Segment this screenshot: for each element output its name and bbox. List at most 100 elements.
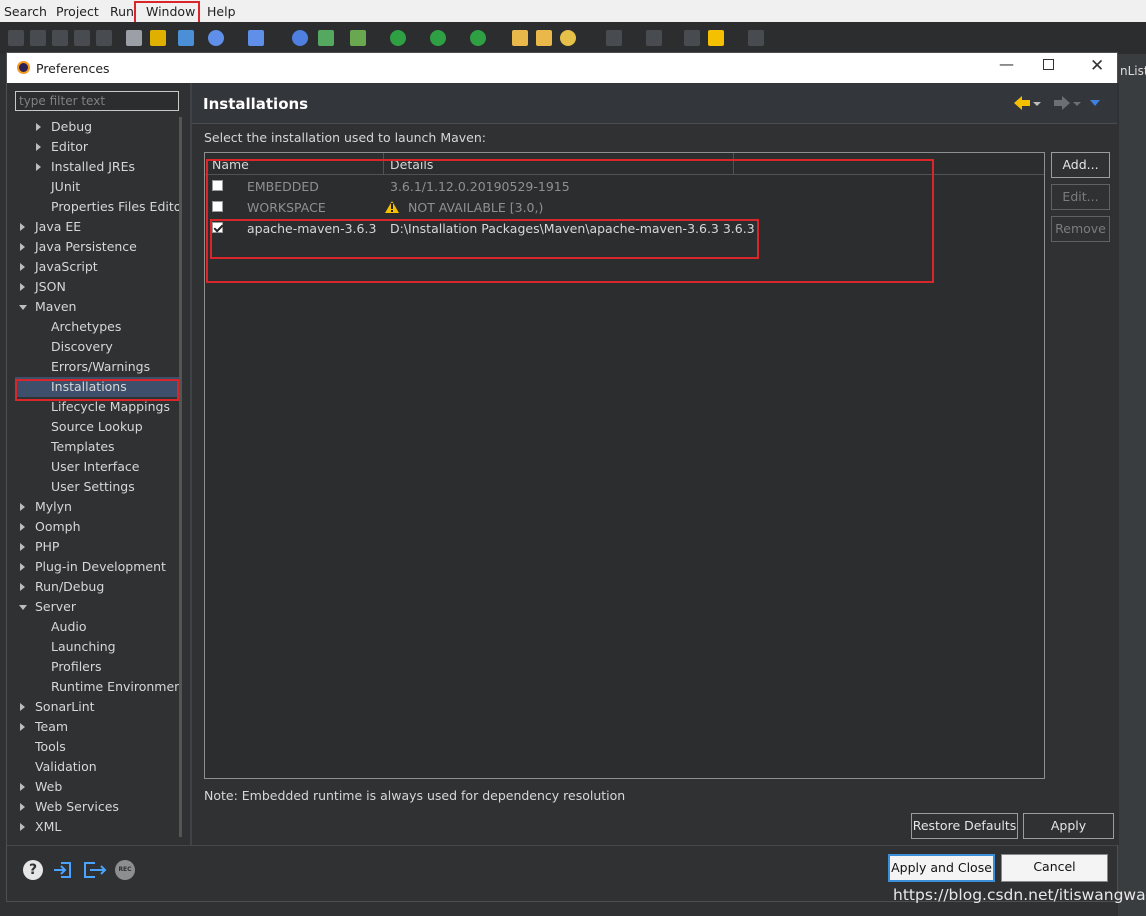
expand-arrow-icon[interactable] [20,783,25,791]
folder-icon[interactable] [512,30,528,46]
toolbar-icon[interactable] [30,30,46,46]
tree-item-runtime-environment[interactable]: Runtime Environment [51,677,179,697]
toolbar-icon[interactable] [646,30,662,46]
globe-icon[interactable] [292,30,308,46]
run-icon[interactable] [390,30,406,46]
tree-item-plug-in-development[interactable]: Plug-in Development [20,557,166,577]
tree-item-editor[interactable]: Editor [36,137,88,157]
menu-run[interactable]: Run [110,4,134,19]
expand-arrow-icon[interactable] [20,263,25,271]
tree-item-lifecycle-mappings[interactable]: Lifecycle Mappings [51,397,170,417]
tree-item-mylyn[interactable]: Mylyn [20,497,72,517]
toolbar-icon[interactable] [248,30,264,46]
search-icon[interactable] [560,30,576,46]
toolbar-icon[interactable] [178,30,194,46]
tree-item-tools[interactable]: Tools [35,737,66,757]
tree-item-oomph[interactable]: Oomph [20,517,81,537]
expand-arrow-icon[interactable] [36,143,41,151]
view-menu-icon[interactable] [1090,100,1100,106]
expand-arrow-icon[interactable] [20,723,25,731]
toolbar-icon[interactable] [8,30,24,46]
toolbar-icon[interactable] [684,30,700,46]
help-icon[interactable]: ? [23,860,43,880]
bug-icon[interactable] [350,30,366,46]
tree-item-xml[interactable]: XML [20,817,61,837]
toolbar-icon[interactable] [318,30,334,46]
forward-arrow-icon[interactable] [748,30,764,46]
expand-arrow-icon[interactable] [20,523,25,531]
tree-item-maven[interactable]: Maven [19,297,76,317]
toolbar-icon[interactable] [52,30,68,46]
tree-item-web[interactable]: Web [20,777,62,797]
tree-item-user-interface[interactable]: User Interface [51,457,139,477]
collapse-arrow-icon[interactable] [19,305,27,310]
restore-defaults-button[interactable]: Restore Defaults [911,813,1018,839]
toolbar-icon[interactable] [150,30,166,46]
tree-item-php[interactable]: PHP [20,537,59,557]
tree-item-validation[interactable]: Validation [35,757,97,777]
expand-arrow-icon[interactable] [20,803,25,811]
menu-project[interactable]: Project [56,4,99,19]
maximize-icon[interactable] [1043,59,1054,70]
tree-item-user-settings[interactable]: User Settings [51,477,135,497]
folder-icon[interactable] [536,30,552,46]
remove-button[interactable]: Remove [1051,216,1110,242]
expand-arrow-icon[interactable] [36,123,41,131]
tree-item-server[interactable]: Server [19,597,76,617]
tree-item-java-persistence[interactable]: Java Persistence [20,237,137,257]
import-icon[interactable] [53,860,73,880]
expand-arrow-icon[interactable] [20,543,25,551]
menu-search[interactable]: Search [4,4,47,19]
back-arrow-icon[interactable] [1014,96,1041,110]
toolbar-icon[interactable] [470,30,486,46]
tree-item-json[interactable]: JSON [20,277,66,297]
toolbar-icon[interactable] [208,30,224,46]
menu-help[interactable]: Help [207,4,236,19]
apply-and-close-button[interactable]: Apply and Close [888,854,995,882]
tree-item-source-lookup[interactable]: Source Lookup [51,417,143,437]
tree-item-profilers[interactable]: Profilers [51,657,102,677]
toolbar-icon[interactable] [96,30,112,46]
collapse-arrow-icon[interactable] [19,605,27,610]
filter-input[interactable] [15,91,179,111]
expand-arrow-icon[interactable] [20,223,25,231]
close-icon[interactable]: ✕ [1090,56,1104,76]
expand-arrow-icon[interactable] [20,823,25,831]
tree-item-archetypes[interactable]: Archetypes [51,317,121,337]
back-arrow-icon[interactable] [708,30,724,46]
tree-item-team[interactable]: Team [20,717,68,737]
tree-item-sonarlint[interactable]: SonarLint [20,697,95,717]
expand-arrow-icon[interactable] [20,703,25,711]
tree-item-javascript[interactable]: JavaScript [20,257,98,277]
tree-item-debug[interactable]: Debug [36,117,92,137]
tree-item-templates[interactable]: Templates [51,437,115,457]
tree-item-properties-files-edito[interactable]: Properties Files Edito [51,197,179,217]
record-icon[interactable]: REC [115,860,135,880]
tree-item-installed-jres[interactable]: Installed JREs [36,157,135,177]
expand-arrow-icon[interactable] [20,503,25,511]
tree-scrollbar[interactable] [179,117,182,837]
cancel-button[interactable]: Cancel [1001,854,1108,882]
edit-button[interactable]: Edit... [1051,184,1110,210]
toolbar-icon[interactable] [606,30,622,46]
tree-item-web-services[interactable]: Web Services [20,797,119,817]
toolbar-icon[interactable] [430,30,446,46]
tree-item-audio[interactable]: Audio [51,617,87,637]
toolbar-icon[interactable] [74,30,90,46]
expand-arrow-icon[interactable] [20,243,25,251]
minimize-icon[interactable]: — [999,55,1014,73]
expand-arrow-icon[interactable] [20,283,25,291]
apply-button[interactable]: Apply [1023,813,1114,839]
tree-item-run-debug[interactable]: Run/Debug [20,577,104,597]
tree-item-installations[interactable]: Installations [51,377,127,397]
forward-arrow-icon[interactable] [1054,96,1081,110]
tree-item-launching[interactable]: Launching [51,637,116,657]
toolbar-icon[interactable] [126,30,142,46]
tree-item-junit[interactable]: JUnit [51,177,80,197]
expand-arrow-icon[interactable] [20,583,25,591]
tree-item-discovery[interactable]: Discovery [51,337,113,357]
expand-arrow-icon[interactable] [20,563,25,571]
tree-item-errors-warnings[interactable]: Errors/Warnings [51,357,150,377]
expand-arrow-icon[interactable] [36,163,41,171]
tree-item-java-ee[interactable]: Java EE [20,217,81,237]
